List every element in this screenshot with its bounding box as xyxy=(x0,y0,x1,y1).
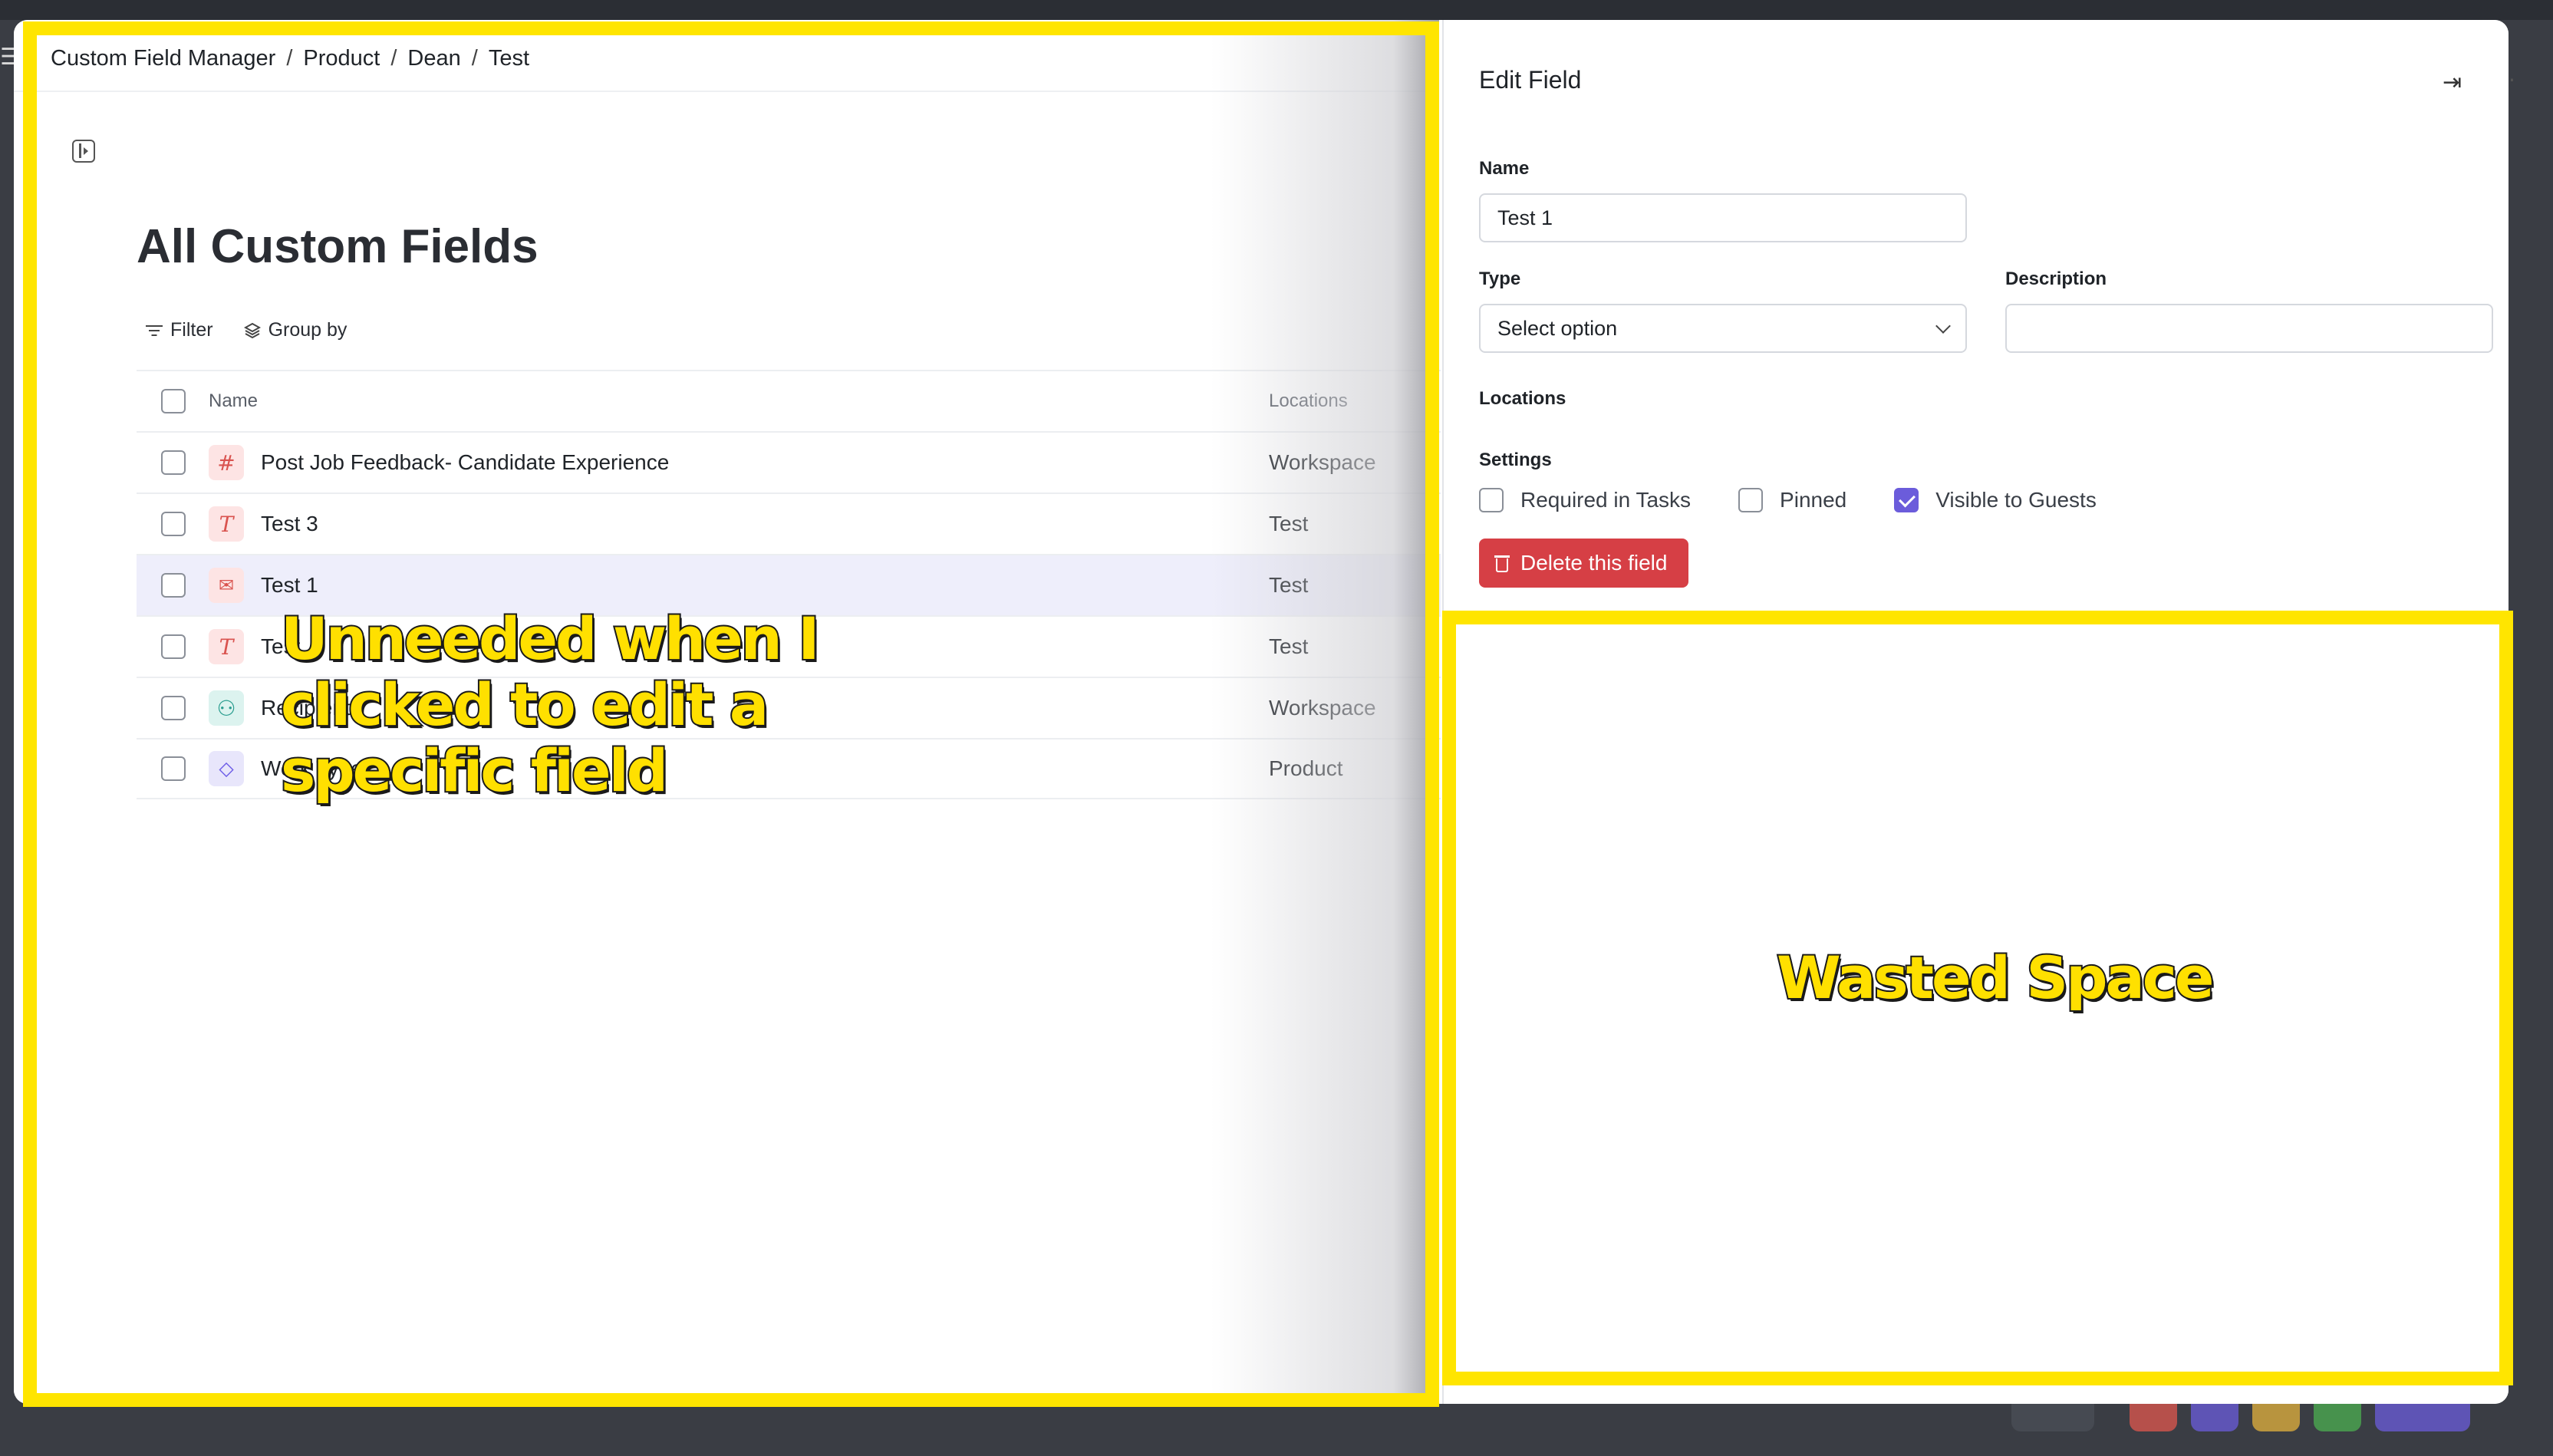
header-divider xyxy=(14,91,1439,92)
layers-icon xyxy=(243,322,261,338)
table-row[interactable]: # Post Job Feedback- Candidate Experienc… xyxy=(137,431,1441,492)
delete-field-label: Delete this field xyxy=(1520,551,1668,575)
field-location: Product xyxy=(1269,756,1343,780)
setting-visible-to-guests[interactable]: Visible to Guests xyxy=(1894,488,2097,512)
edit-field-panel: Edit Field ⇥ Name Test 1 Type Select opt… xyxy=(1442,20,2509,1404)
required-in-tasks-checkbox[interactable] xyxy=(1479,488,1504,512)
more-icon[interactable]: ⋅ xyxy=(2509,68,2515,93)
tag-icon: ⬦ xyxy=(209,751,244,786)
setting-label: Required in Tasks xyxy=(1520,488,1692,512)
breadcrumb: Custom Field Manager / Product / Dean / … xyxy=(51,43,529,74)
field-location: Workspace xyxy=(1269,450,1376,474)
group-by-button[interactable]: Group by xyxy=(243,319,348,341)
person-icon: ⚇ xyxy=(209,690,244,726)
field-location: Test xyxy=(1269,634,1309,658)
setting-pinned[interactable]: Pinned xyxy=(1738,488,1846,512)
row-checkbox[interactable] xyxy=(161,696,186,720)
trash-icon xyxy=(1494,554,1510,572)
type-select[interactable]: Select option xyxy=(1479,304,1967,353)
description-input[interactable] xyxy=(2005,304,2493,353)
type-select-value: Select option xyxy=(1497,316,1618,340)
breadcrumb-item-product[interactable]: Product xyxy=(303,46,380,71)
visible-to-guests-checkbox[interactable] xyxy=(1894,488,1919,512)
text-icon: T xyxy=(209,506,244,542)
text-icon: T xyxy=(209,629,244,664)
table-row[interactable]: T Test 3 Test xyxy=(137,492,1441,554)
name-label: Name xyxy=(1479,158,1530,179)
breadcrumb-item-test[interactable]: Test xyxy=(489,46,529,71)
description-label: Description xyxy=(2005,268,2107,289)
settings-label: Settings xyxy=(1479,450,1552,470)
pinned-checkbox[interactable] xyxy=(1738,488,1764,512)
filter-icon xyxy=(146,324,163,338)
top-app-strip xyxy=(0,0,2553,20)
edit-field-title: Edit Field xyxy=(1479,66,1582,94)
field-name[interactable]: Test 1 xyxy=(261,573,318,598)
filter-label: Filter xyxy=(170,319,213,341)
annotation-text-right: Wasted Space xyxy=(1775,944,2215,1013)
delete-field-button[interactable]: Delete this field xyxy=(1479,539,1689,588)
row-name-cell: ✉ Test 1 xyxy=(209,568,318,603)
table-header-row: Name Locations xyxy=(137,370,1441,431)
field-location: Workspace xyxy=(1269,696,1376,720)
hash-icon: # xyxy=(209,445,244,480)
column-header-locations[interactable]: Locations xyxy=(1269,390,1348,412)
email-icon: ✉ xyxy=(209,568,244,603)
list-toolbar: Filter Group by xyxy=(146,319,347,341)
page-title: All Custom Fields xyxy=(137,220,539,273)
locations-label: Locations xyxy=(1479,388,1566,409)
breadcrumb-separator: / xyxy=(471,45,478,71)
row-checkbox[interactable] xyxy=(161,573,186,598)
settings-options: Required in Tasks Pinned Visible to Gues… xyxy=(1479,488,2144,512)
field-name[interactable]: Post Job Feedback- Candidate Experience xyxy=(261,450,669,475)
group-by-label: Group by xyxy=(268,319,348,341)
row-name-cell: # Post Job Feedback- Candidate Experienc… xyxy=(209,445,669,480)
row-checkbox[interactable] xyxy=(161,450,186,475)
row-checkbox[interactable] xyxy=(161,756,186,781)
row-name-cell: T Test 3 xyxy=(209,506,318,542)
hamburger-menu-icon[interactable]: ☰ xyxy=(0,46,21,69)
breadcrumb-item-dean[interactable]: Dean xyxy=(407,46,460,71)
type-label: Type xyxy=(1479,268,1521,289)
annotation-text-left: Unneeded when I clicked to edit a specif… xyxy=(279,604,822,805)
filter-button[interactable]: Filter xyxy=(146,319,213,341)
collapse-panel-icon[interactable]: ⇥ xyxy=(2443,69,2462,96)
row-checkbox[interactable] xyxy=(161,512,186,536)
row-checkbox[interactable] xyxy=(161,634,186,659)
setting-label: Visible to Guests xyxy=(1935,488,2097,512)
breadcrumb-separator: / xyxy=(390,45,397,71)
field-name[interactable]: Test 3 xyxy=(261,512,318,536)
breadcrumb-separator: / xyxy=(286,45,293,71)
field-location: Test xyxy=(1269,573,1309,597)
setting-label: Pinned xyxy=(1780,488,1847,512)
field-location: Test xyxy=(1269,512,1309,535)
sidebar-toggle-icon[interactable] xyxy=(72,140,95,163)
breadcrumb-item-custom-field-manager[interactable]: Custom Field Manager xyxy=(51,46,275,71)
select-all-checkbox[interactable] xyxy=(161,389,186,413)
chevron-down-icon xyxy=(1935,318,1951,334)
setting-required-in-tasks[interactable]: Required in Tasks xyxy=(1479,488,1691,512)
column-header-name[interactable]: Name xyxy=(209,390,258,412)
name-input[interactable]: Test 1 xyxy=(1479,193,1967,242)
